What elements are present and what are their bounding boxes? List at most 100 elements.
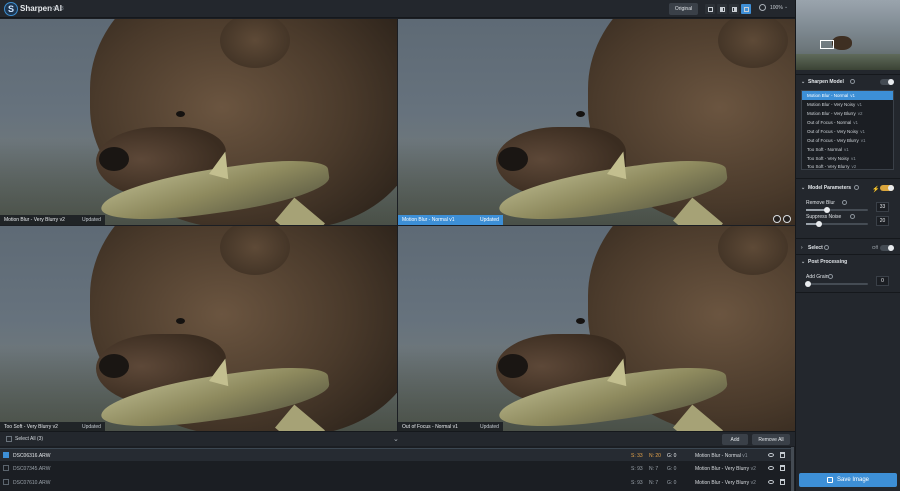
file-model-version: v1 [742,453,748,459]
select-header[interactable]: › Select [796,242,900,254]
toggle-knob [888,185,894,191]
pane-status: Updated [78,215,105,225]
file-grain-value: G: 0 [667,453,677,459]
file-name: DSC06316.ARW [13,453,51,459]
zoom-chevron-icon[interactable]: ⌄ [784,4,788,10]
view-grid-button[interactable] [741,4,751,14]
model-name: Out of Focus - Very Noisy [807,129,859,134]
save-image-label: Save Image [836,477,870,483]
suppress-noise-slider[interactable] [806,221,868,227]
file-checkbox[interactable] [3,479,9,485]
file-checkbox[interactable] [3,465,9,471]
original-button[interactable]: Original [669,3,698,15]
preview-pane-2[interactable]: Motion Blur - Normal v1 Updated [398,19,795,225]
zoom-level[interactable]: 100% [770,5,783,11]
file-model: Motion Blur - Very Blurry v2 [695,466,756,472]
pane-model-name: Motion Blur - Normal v1 [398,215,476,225]
save-image-button[interactable]: Save Image [799,473,897,487]
pane-model-name: Motion Blur - Very Blurry v2 [0,215,78,225]
suppress-noise-value[interactable]: 20 [876,216,889,226]
preview-eye-icon[interactable] [768,466,774,470]
file-row[interactable]: DSC06316.ARW S: 33 N: 20 G: 0 Motion Blu… [0,448,793,461]
file-row[interactable]: DSC07345.ARW S: 93 N: 7 G: 0 Motion Blur… [0,462,793,475]
suppress-noise-label: Suppress Noise [806,214,842,220]
file-checkbox[interactable] [3,452,9,458]
navigator-viewport[interactable] [820,40,834,49]
select-all-checkbox[interactable] [6,436,12,442]
model-item[interactable]: Out of Focus - Very Noisy v1 [802,127,893,136]
title-bar: S Sharpen AI v2.1.3 Original 100% ⌄ [0,0,795,18]
queue-header: Select All (3) ⌄ Add Remove All [0,431,795,446]
bear-eye [176,318,185,324]
model-version: v1 [851,156,856,161]
remove-blur-value[interactable]: 33 [876,202,889,212]
view-side-by-side-button[interactable] [729,4,739,14]
lightning-icon: ⚡ [872,187,880,193]
slider-handle[interactable] [805,281,811,287]
model-item[interactable]: Motion Blur - Normal v1 [802,91,893,100]
view-single-button[interactable] [705,4,715,14]
remove-all-button[interactable]: Remove All [752,434,790,445]
model-item[interactable]: Too Soft - Very Noisy v1 [802,154,893,163]
chevron-right-icon: › [801,245,803,251]
preview-pane-4[interactable]: Out of Focus - Normal v1 Updated [398,226,795,432]
file-sharpen-value: S: 93 [631,480,643,486]
help-icon[interactable] [850,214,855,219]
toggle-knob [888,79,894,85]
thumbnail-grass [796,54,900,70]
model-item[interactable]: Too Soft - Normal v1 [802,145,893,154]
zoom-icon[interactable] [759,4,766,11]
help-icon[interactable] [850,79,855,84]
select-all-label[interactable]: Select All (3) [15,436,43,442]
side-by-side-icon [731,6,737,12]
bear-eye [576,111,585,117]
navigator-thumbnail[interactable] [796,0,900,70]
sharpen-model-list: Motion Blur - Normal v1 Motion Blur - Ver… [801,90,894,170]
file-name: DSC07345.ARW [13,466,51,472]
chevron-down-icon: ⌄ [801,79,806,85]
divider [796,254,900,255]
model-item[interactable]: Out of Focus - Normal v1 [802,118,893,127]
bear-eye [176,111,185,117]
model-item[interactable]: Too Soft - Very Blurry v2 [802,163,893,170]
model-item[interactable]: Motion Blur - Very Blurry v2 [802,109,893,118]
chevron-down-icon: ⌄ [801,185,806,191]
sharpen-model-header[interactable]: ⌄ Sharpen Model [796,76,900,88]
help-icon[interactable] [854,185,859,190]
add-grain-slider[interactable] [805,281,868,287]
model-version: v2 [857,111,863,116]
help-icon[interactable] [842,200,847,205]
select-toggle[interactable] [880,245,894,251]
slider-handle[interactable] [824,207,830,213]
model-parameters-header[interactable]: ⌄ Model Parameters [796,182,900,194]
sharpen-ai-window: S Sharpen AI v2.1.3 Original 100% ⌄ Moti… [0,0,900,491]
queue-scrollbar[interactable] [791,447,794,491]
preview-pane-1[interactable]: Motion Blur - Very Blurry v2 Updated [0,19,397,225]
add-button[interactable]: Add [722,434,748,445]
auto-params-toggle[interactable] [880,185,894,191]
view-split-button[interactable] [717,4,727,14]
auto-model-toggle[interactable] [880,79,894,85]
add-grain-value[interactable]: 0 [876,276,889,286]
post-processing-header[interactable]: ⌄ Post Processing [796,256,900,268]
slider-handle[interactable] [816,221,822,227]
single-view-icon [707,6,713,12]
select-title: Select [808,245,823,251]
model-item[interactable]: Out of Focus - Very Blurry v1 [802,136,893,145]
trash-icon[interactable] [780,479,785,485]
remove-blur-slider[interactable] [806,207,868,213]
help-icon[interactable] [828,274,833,279]
collapse-queue-chevron-icon[interactable]: ⌄ [393,435,399,443]
model-version: v1 [860,129,866,134]
happy-face-icon[interactable] [783,215,791,223]
preview-eye-icon[interactable] [768,480,774,484]
file-model-version: v2 [750,480,756,486]
help-icon[interactable] [824,245,829,250]
sad-face-icon[interactable] [773,215,781,223]
model-item[interactable]: Motion Blur - Very Noisy v1 [802,100,893,109]
preview-eye-icon[interactable] [768,453,774,457]
file-row[interactable]: DSC07610.ARW S: 93 N: 7 G: 0 Motion Blur… [0,476,793,489]
preview-pane-3[interactable]: Too Soft - Very Blurry v2 Updated [0,226,397,432]
trash-icon[interactable] [780,452,785,458]
trash-icon[interactable] [780,465,785,471]
